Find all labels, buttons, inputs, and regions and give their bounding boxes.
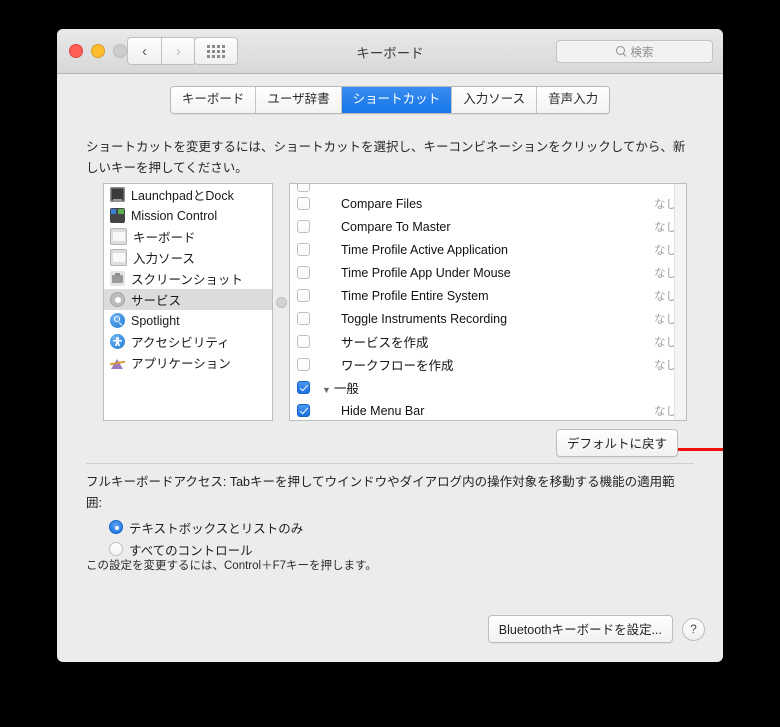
shortcut-row-7[interactable]: サービスを作成 なし — [290, 330, 686, 353]
tab-0[interactable]: キーボード — [170, 87, 257, 113]
checkbox-icon[interactable] — [297, 266, 310, 279]
tab-bar: キーボード ユーザ辞書 ショートカット 入力ソース 音声入力 — [57, 86, 723, 114]
shortcut-row-1[interactable]: Compare Files なし — [290, 192, 686, 215]
sidebar-item-6[interactable]: Spotlight — [104, 310, 272, 331]
shortcut-label: サービスを作成 — [341, 336, 429, 350]
sidebar-item-3[interactable]: 入力ソース — [104, 247, 272, 268]
bottom-button-bar: Bluetoothキーボードを設定... ? — [487, 615, 705, 643]
restore-defaults-button[interactable]: デフォルトに戻す — [555, 429, 678, 457]
shortcut-row-9[interactable]: ▼ 一般 — [290, 376, 686, 399]
screenshot-icon — [110, 271, 125, 286]
checkbox-icon[interactable] — [297, 220, 310, 233]
shortcut-label: Hide Menu Bar — [341, 403, 425, 418]
radio-option-0[interactable]: テキストボックスとリストのみ — [109, 516, 303, 538]
title-bar: ‹ › キーボード 検索 — [57, 29, 723, 74]
spotlight-icon — [110, 313, 125, 328]
keyboard-icon — [110, 228, 127, 245]
checkbox-icon[interactable] — [297, 404, 310, 417]
sidebar-item-5[interactable]: サービス — [104, 289, 272, 310]
sidebar-item-label: キーボード — [133, 231, 196, 245]
shortcut-group-label: ▼ 一般 — [317, 378, 677, 397]
tab-4[interactable]: 音声入力 — [537, 87, 610, 113]
shortcut-row-2[interactable]: Compare To Master なし — [290, 215, 686, 238]
checkbox-icon[interactable] — [297, 197, 310, 210]
shortcut-row-5[interactable]: Time Profile Entire System なし — [290, 284, 686, 307]
sidebar-item-2[interactable]: キーボード — [104, 226, 272, 247]
checkbox-icon[interactable] — [297, 312, 310, 325]
sidebar-item-label: アクセシビリティ — [131, 336, 230, 350]
radio-option-label: テキストボックスとリストのみ — [129, 521, 304, 536]
tab-3[interactable]: 入力ソース — [452, 87, 538, 113]
vertical-scrollbar[interactable] — [674, 184, 686, 420]
accessibility-icon — [110, 334, 125, 349]
shortcut-label: ワークフローを作成 — [341, 359, 454, 373]
sidebar-item-label: Mission Control — [131, 208, 218, 223]
full-keyboard-access-options: テキストボックスとリストのみ すべてのコントロール — [109, 516, 303, 560]
full-keyboard-access-label: フルキーボードアクセス: Tabキーを押してウインドウやダイアログ内の操作対象を… — [86, 475, 675, 510]
keyboard-icon — [110, 249, 127, 266]
group-label-text: 一般 — [333, 382, 359, 396]
setup-bluetooth-keyboard-button[interactable]: Bluetoothキーボードを設定... — [487, 615, 673, 643]
search-field[interactable]: 検索 — [556, 40, 713, 63]
checkbox-icon[interactable] — [297, 335, 310, 348]
sidebar-item-4[interactable]: スクリーンショット — [104, 268, 272, 289]
section-divider — [86, 463, 694, 464]
full-keyboard-access-note: この設定を変更するには、Control＋F7キーを押します。 — [86, 560, 377, 572]
shortcut-list[interactable]: Compare Files なし Compare To Master なし Time P… — [289, 183, 687, 421]
instruction-text: ショートカットを変更するには、ショートカットを選択し、キーコンビネーションをクリ… — [86, 140, 686, 175]
shortcut-row-4[interactable]: Time Profile App Under Mouse なし — [290, 261, 686, 284]
application-icon — [110, 355, 125, 370]
search-placeholder: 検索 — [630, 46, 654, 59]
search-icon — [615, 46, 627, 57]
tabs: キーボード ユーザ辞書 ショートカット 入力ソース 音声入力 — [169, 86, 611, 114]
shortcut-row-10[interactable]: Hide Menu Bar なし — [290, 399, 686, 420]
shortcut-row-6[interactable]: Toggle Instruments Recording なし — [290, 307, 686, 330]
disclosure-triangle-icon[interactable]: ▼ — [322, 385, 331, 395]
sidebar-item-label: 入力ソース — [133, 252, 195, 266]
checkbox-icon[interactable] — [297, 243, 310, 256]
radio-button-icon[interactable] — [109, 542, 123, 556]
sidebar-item-label: サービス — [131, 294, 182, 308]
shortcut-label: Time Profile App Under Mouse — [341, 265, 511, 280]
shortcut-row-3[interactable]: Time Profile Active Application なし — [290, 238, 686, 261]
category-sidebar[interactable]: LaunchpadとDock Mission Control キーボード入力ソースス… — [103, 183, 273, 421]
shortcut-panes: LaunchpadとDock Mission Control キーボード入力ソースス… — [103, 183, 687, 421]
pane-splitter[interactable] — [273, 183, 289, 421]
shortcut-label: Time Profile Entire System — [341, 288, 489, 303]
shortcut-label: Time Profile Active Application — [341, 242, 508, 257]
gear-icon — [110, 292, 125, 307]
shortcut-row-8[interactable]: ワークフローを作成 なし — [290, 353, 686, 376]
shortcut-label: Toggle Instruments Recording — [341, 311, 508, 326]
tab-2[interactable]: ショートカット — [341, 87, 453, 113]
keyboard-preferences-window: ‹ › キーボード 検索 キーボード ユーザ辞書 ショートカット 入力ソース 音声入力 … — [57, 29, 723, 662]
checkbox-icon[interactable] — [297, 358, 310, 371]
help-button[interactable]: ? — [682, 617, 705, 641]
sidebar-item-label: Spotlight — [131, 313, 180, 328]
checkbox-icon[interactable] — [297, 381, 310, 394]
sidebar-item-7[interactable]: アクセシビリティ — [104, 331, 272, 352]
sidebar-item-8[interactable]: アプリケーション — [104, 352, 272, 373]
splitter-handle[interactable] — [275, 296, 287, 308]
display-icon — [110, 187, 125, 202]
radio-option-label: すべてのコントロール — [129, 543, 253, 558]
shortcut-row-0[interactable] — [290, 184, 686, 192]
shortcut-label: Compare Files — [341, 196, 423, 211]
sidebar-item-label: スクリーンショット — [131, 273, 243, 287]
shortcut-label: Compare To Master — [341, 219, 451, 234]
sidebar-item-label: LaunchpadとDock — [131, 189, 234, 203]
sidebar-item-label: アプリケーション — [131, 357, 231, 371]
mission-control-icon — [110, 208, 125, 223]
checkbox-icon[interactable] — [297, 184, 310, 192]
tab-1[interactable]: ユーザ辞書 — [256, 87, 342, 113]
sidebar-item-0[interactable]: LaunchpadとDock — [104, 184, 272, 205]
radio-button-icon[interactable] — [109, 520, 123, 534]
checkbox-icon[interactable] — [297, 289, 310, 302]
sidebar-item-1[interactable]: Mission Control — [104, 205, 272, 226]
restore-defaults-wrap: デフォルトに戻す — [555, 429, 678, 457]
